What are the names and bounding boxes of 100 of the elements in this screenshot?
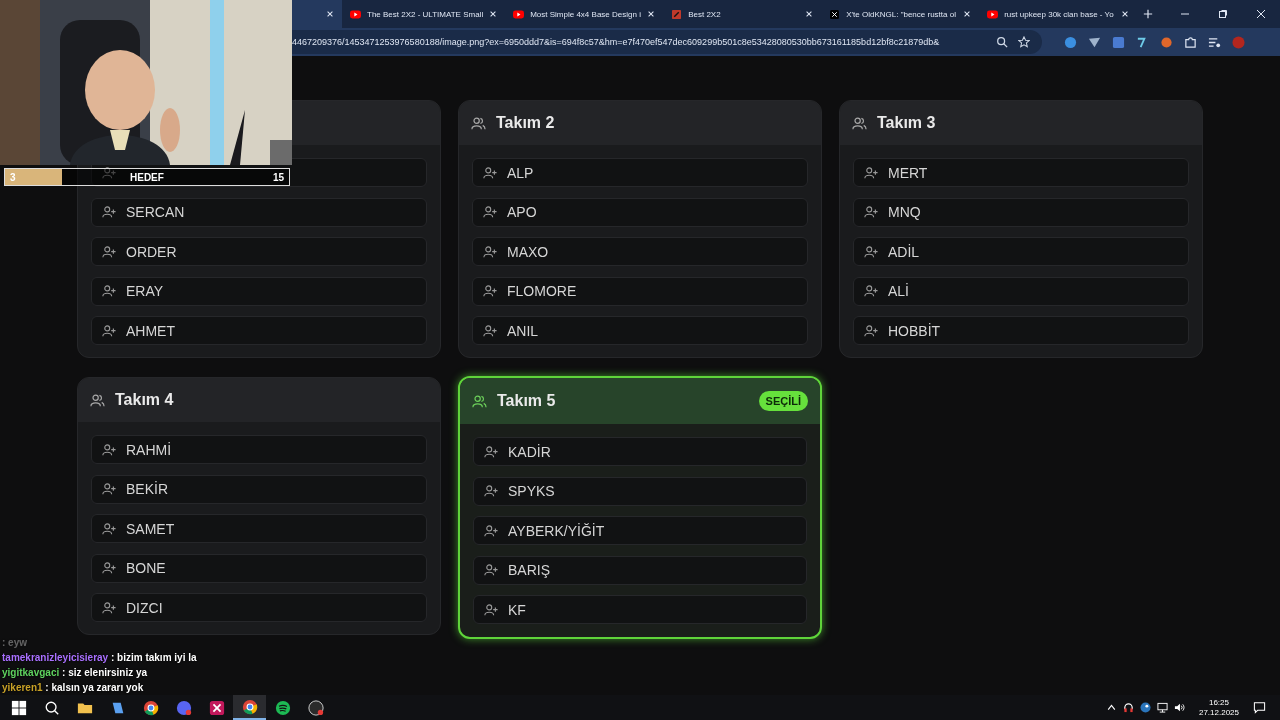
close-icon[interactable] <box>963 10 972 18</box>
user-plus-icon <box>483 205 497 219</box>
search-icon <box>43 699 60 716</box>
team-title: Takım 5 <box>497 392 556 410</box>
member-row[interactable]: SPYKS <box>473 476 807 506</box>
team-title: Takım 4 <box>115 391 174 409</box>
member-row[interactable]: ALİ <box>853 276 1189 306</box>
tab-title: X'te OldKNGL: "bence rustta ol <box>846 9 957 19</box>
browser-tab[interactable]: The Best 2X2 - ULTIMATE Small <box>342 0 506 28</box>
chat-username: yigitkavgaci <box>2 667 60 678</box>
user-plus-icon <box>484 563 498 577</box>
close-icon[interactable] <box>805 10 814 18</box>
member-row[interactable]: SERCAN <box>91 197 427 227</box>
close-icon[interactable] <box>489 10 498 18</box>
chat-username: yikeren1 <box>2 682 43 693</box>
member-row[interactable]: BEKİR <box>91 474 427 504</box>
member-row[interactable]: BARIŞ <box>473 555 807 585</box>
image-icon <box>671 9 683 19</box>
browser-tab[interactable]: Most Simple 4x4 Base Design i <box>505 0 664 28</box>
tab-title: Best 2X2 <box>688 9 722 19</box>
music-app-icon <box>274 699 291 716</box>
steam-icon[interactable] <box>1139 702 1151 713</box>
member-row[interactable]: MERT <box>853 158 1189 187</box>
tab-title: rust upkeep 30k clan base - Yo <box>1004 9 1115 19</box>
extension-icon[interactable] <box>1088 35 1101 49</box>
media-icon[interactable] <box>1208 35 1221 49</box>
team-card[interactable]: Takım 5 SEÇİLİ KADİR SPYKS AYBERK/YİĞİT BARIŞ KF <box>458 376 822 639</box>
user-plus-icon <box>483 323 497 338</box>
headset-icon[interactable] <box>1122 702 1134 713</box>
notification-icon[interactable] <box>1253 701 1266 714</box>
member-row[interactable]: KF <box>473 595 807 624</box>
clock-time[interactable]: 16:25 <box>1208 697 1229 708</box>
video-icon <box>350 9 361 19</box>
member-row[interactable]: KADİR <box>473 437 807 466</box>
member-row[interactable]: DIZCI <box>91 593 427 622</box>
user-plus-icon <box>864 205 878 219</box>
tab-title: Most Simple 4x4 Base Design i <box>530 9 642 19</box>
browser-icon <box>241 698 258 715</box>
member-row[interactable]: AYBERK/YİĞİT <box>473 516 807 545</box>
users-icon <box>852 115 867 131</box>
goal-label: HEDEF <box>130 171 164 183</box>
zoom-icon[interactable] <box>996 36 1008 48</box>
member-row[interactable]: MNQ <box>853 197 1189 227</box>
member-row[interactable]: SAMET <box>91 514 427 543</box>
member-row[interactable]: ORDER <box>91 237 427 266</box>
close-icon[interactable] <box>326 10 334 18</box>
member-row[interactable]: APO <box>472 197 808 227</box>
close-icon[interactable] <box>647 10 656 18</box>
browser-tab[interactable]: Best 2X2 <box>663 0 822 28</box>
user-plus-icon <box>102 323 116 338</box>
x-logo-icon <box>829 9 841 19</box>
user-plus-icon <box>864 244 878 259</box>
extension-icon[interactable] <box>1160 35 1173 49</box>
volume-icon[interactable] <box>1173 702 1185 713</box>
star-icon[interactable] <box>1018 36 1030 48</box>
member-row[interactable]: AHMET <box>91 316 427 345</box>
user-plus-icon <box>102 442 116 457</box>
new-tab-icon[interactable] <box>1143 9 1154 19</box>
user-plus-icon <box>484 484 498 498</box>
browser-tab[interactable]: rust upkeep 30k clan base - Yo <box>979 0 1138 28</box>
video-icon <box>987 9 999 19</box>
address-field[interactable]: 4467209376/1453471253976580188/image.png?ex=6950ddd7&is=694f8c57&hm=e7f470ef547dec609299b501c8e53428080530bb673161185bd12bf8c21879db& <box>292 30 1042 54</box>
member-row[interactable]: ERAY <box>91 276 427 306</box>
member-row[interactable]: BONE <box>91 553 427 583</box>
user-plus-icon <box>102 284 116 298</box>
user-plus-icon <box>102 600 116 615</box>
puzzle-icon[interactable] <box>1184 35 1197 49</box>
close-icon[interactable] <box>1256 9 1266 19</box>
user-plus-icon <box>102 205 116 219</box>
user-plus-icon <box>484 444 498 459</box>
extension-icon[interactable] <box>1112 35 1125 49</box>
member-row[interactable]: ADİL <box>853 237 1189 266</box>
team-card[interactable]: Takım 3 MERT MNQ ADİL ALİ HOBBİT <box>839 100 1203 358</box>
chevron-up-icon[interactable] <box>1105 702 1117 713</box>
team-title: Takım 2 <box>496 114 555 132</box>
chat-message: : bizim takım iyi la <box>109 652 197 663</box>
user-plus-icon <box>864 323 878 338</box>
member-row[interactable]: HOBBİT <box>853 316 1189 345</box>
user-plus-icon <box>484 523 498 538</box>
member-row[interactable]: ALP <box>472 158 808 187</box>
team-card[interactable]: Takım 2 ALP APO MAXO FLOMORE ANIL <box>458 100 822 358</box>
member-row[interactable]: MAXO <box>472 237 808 266</box>
network-icon[interactable] <box>1156 702 1168 713</box>
member-row[interactable]: RAHMİ <box>91 435 427 464</box>
user-plus-icon <box>864 284 878 298</box>
taskbar-button[interactable] <box>233 695 266 720</box>
user-plus-icon <box>102 165 116 180</box>
team-card[interactable]: Takım 4 RAHMİ BEKİR SAMET BONE DIZCI <box>77 377 441 635</box>
selected-badge: SEÇİLİ <box>758 391 808 411</box>
close-icon[interactable] <box>1121 10 1130 18</box>
users-icon <box>471 115 486 131</box>
browser-tab[interactable]: X'te OldKNGL: "bence rustta ol <box>821 0 980 28</box>
user-plus-icon <box>864 165 878 180</box>
restore-icon[interactable] <box>1218 9 1228 19</box>
member-row[interactable]: FLOMORE <box>472 276 808 306</box>
member-row[interactable]: ANIL <box>472 316 808 345</box>
extension-icon[interactable] <box>1064 35 1077 49</box>
user-plus-icon <box>102 521 116 536</box>
clock-date[interactable]: 27.12.2025 <box>1198 707 1239 718</box>
recorder-icon <box>307 699 324 716</box>
